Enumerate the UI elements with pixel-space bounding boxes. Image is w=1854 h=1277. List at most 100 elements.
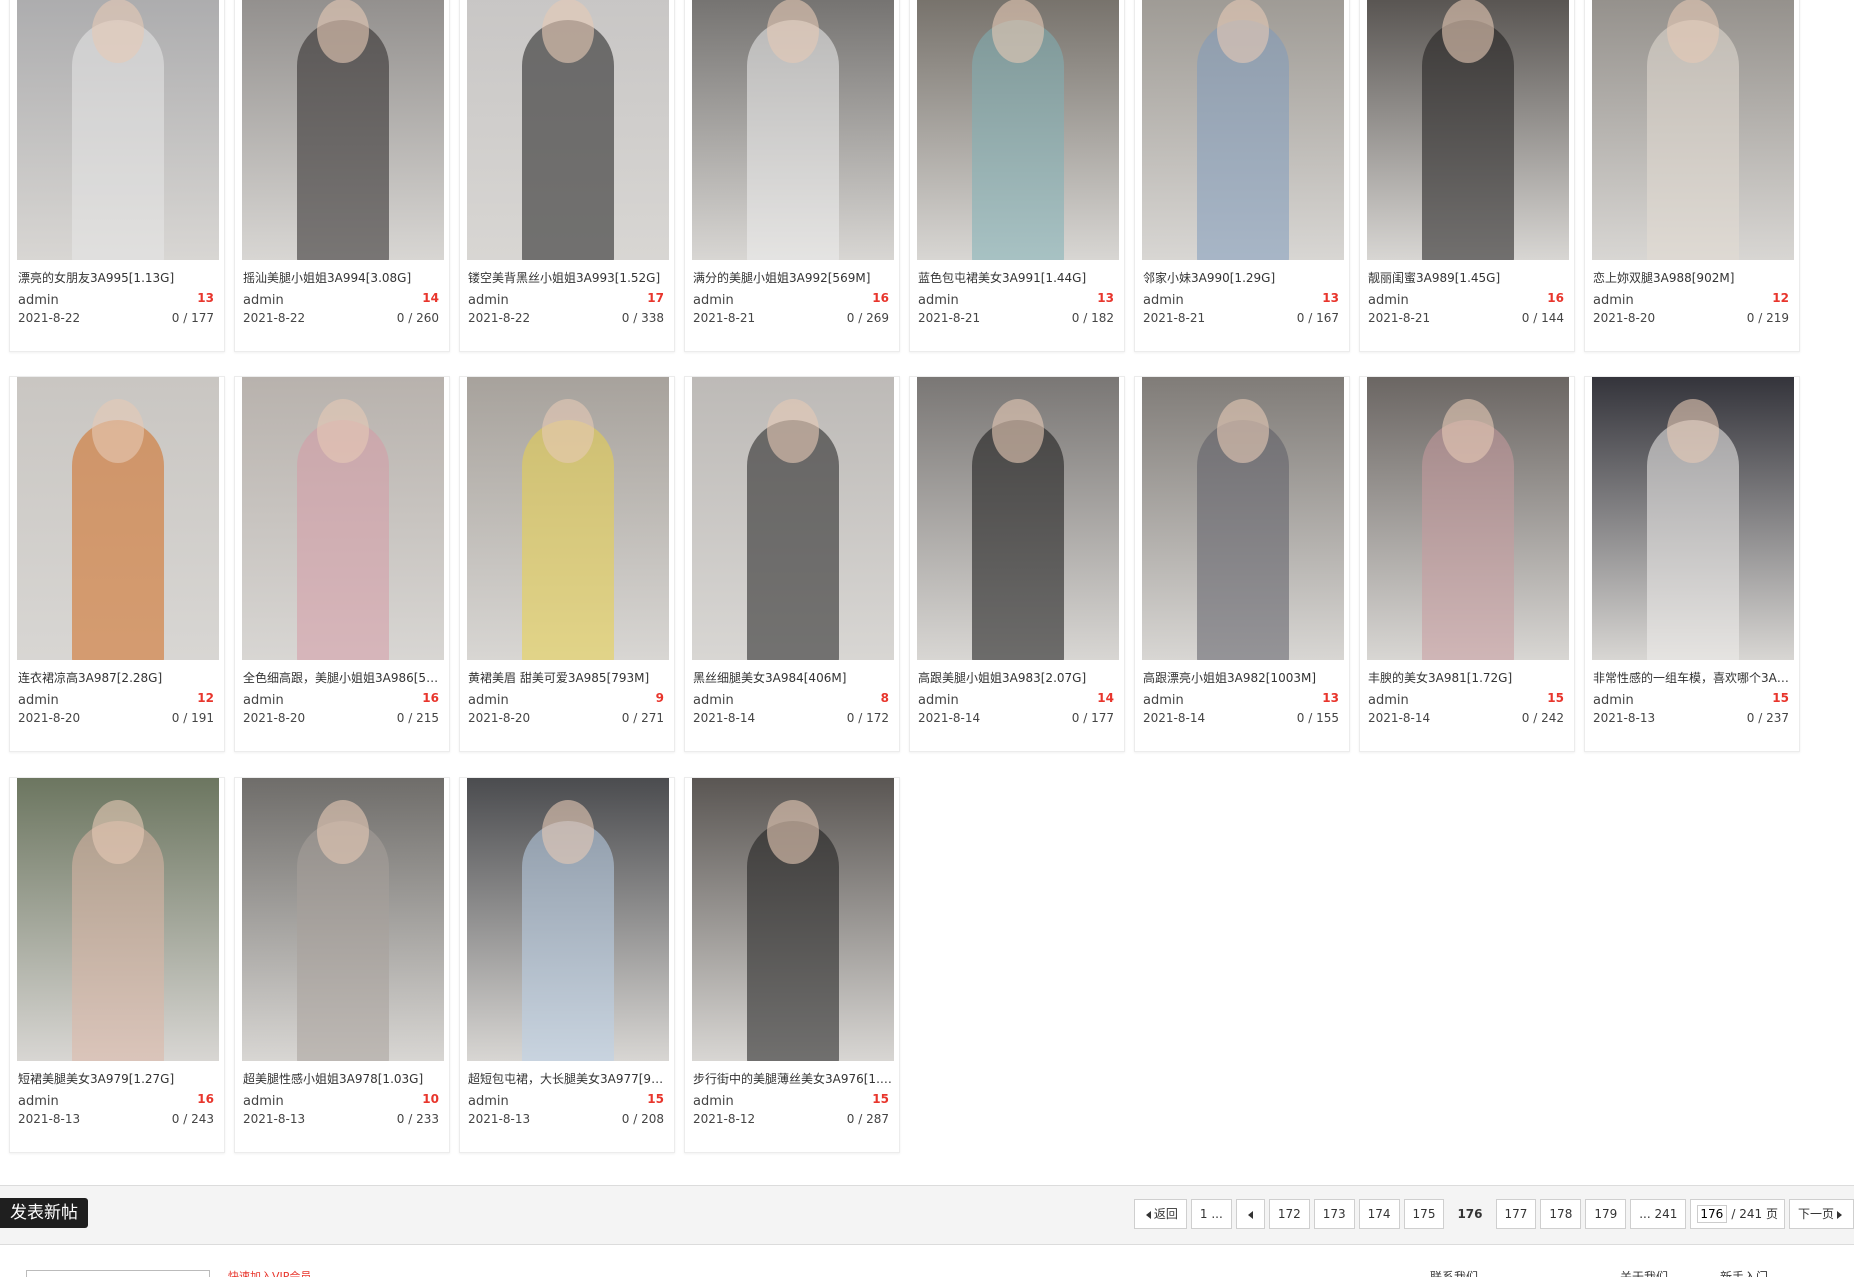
post-card[interactable]: 满分的美腿小姐姐3A992[569M] admin 16 2021-8-21 0 / 2… — [684, 0, 900, 352]
post-card[interactable]: 高跟漂亮小姐姐3A982[1003M] admin 13 2021-8-14 0 / 1… — [1134, 376, 1350, 752]
page-last[interactable]: ... 241 — [1630, 1199, 1687, 1229]
post-card[interactable]: 高跟美腿小姐姐3A983[2.07G] admin 14 2021-8-14 0 / 1… — [909, 376, 1125, 752]
footer-link[interactable]: 联系我们 — [1430, 1268, 1478, 1277]
post-title[interactable]: 短裙美腿美女3A979[1.27G] — [18, 1070, 218, 1087]
post-author[interactable]: admin — [243, 1094, 284, 1109]
post-card[interactable]: 镂空美背黑丝小姐姐3A993[1.52G] admin 17 2021-8-22 0 /… — [459, 0, 675, 352]
post-title[interactable]: 靓丽闺蜜3A989[1.45G] — [1368, 269, 1568, 286]
post-card[interactable]: 丰腴的美女3A981[1.72G] admin 15 2021-8-14 0 / 242 — [1359, 376, 1575, 752]
page-link[interactable]: 178 — [1540, 1199, 1582, 1229]
post-thumbnail[interactable] — [467, 377, 669, 660]
post-card[interactable]: 蓝色包屯裙美女3A991[1.44G] admin 13 2021-8-21 0 / 1… — [909, 0, 1125, 352]
new-post-button[interactable]: 发表新帖 — [0, 1198, 88, 1228]
page-link[interactable]: 175 — [1403, 1199, 1445, 1229]
post-thumbnail[interactable] — [1367, 0, 1569, 260]
page-link[interactable]: 173 — [1313, 1199, 1355, 1229]
post-card[interactable]: 黄裙美眉 甜美可爱3A985[793M] admin 9 2021-8-20 0 / 2… — [459, 376, 675, 752]
post-title[interactable]: 漂亮的女朋友3A995[1.13G] — [18, 269, 218, 286]
post-author[interactable]: admin — [693, 693, 734, 708]
post-author[interactable]: admin — [18, 693, 59, 708]
post-title[interactable]: 邻家小妹3A990[1.29G] — [1143, 269, 1343, 286]
post-thumbnail[interactable] — [692, 377, 894, 660]
post-author[interactable]: admin — [468, 1094, 509, 1109]
post-thumbnail[interactable] — [242, 0, 444, 260]
post-thumbnail[interactable] — [467, 0, 669, 260]
post-title[interactable]: 黄裙美眉 甜美可爱3A985[793M] — [468, 669, 668, 686]
post-title[interactable]: 蓝色包屯裙美女3A991[1.44G] — [918, 269, 1118, 286]
post-thumbnail[interactable] — [1592, 377, 1794, 660]
post-thumbnail[interactable] — [242, 377, 444, 660]
post-author[interactable]: admin — [1143, 293, 1184, 308]
back-button[interactable]: 返回 — [1133, 1199, 1187, 1229]
post-author[interactable]: admin — [918, 693, 959, 708]
thumbnail-head — [992, 399, 1044, 463]
post-author[interactable]: admin — [1368, 293, 1409, 308]
post-title[interactable]: 超美腿性感小姐姐3A978[1.03G] — [243, 1070, 443, 1087]
page-jump-input[interactable] — [1697, 1205, 1728, 1223]
post-card[interactable]: 连衣裙凉高3A987[2.28G] admin 12 2021-8-20 0 / 191 — [9, 376, 225, 752]
post-thumbnail[interactable] — [1367, 377, 1569, 660]
post-thumbnail[interactable] — [1142, 377, 1344, 660]
post-thumbnail[interactable] — [1142, 0, 1344, 260]
post-author[interactable]: admin — [243, 293, 284, 308]
post-author[interactable]: admin — [693, 1094, 734, 1109]
post-card[interactable]: 全色细高跟，美腿小姐姐3A986[569... admin 16 2021-8-20 0… — [234, 376, 450, 752]
next-page-button[interactable]: 下一页 — [1788, 1199, 1854, 1229]
post-thumbnail[interactable] — [17, 377, 219, 660]
post-author[interactable]: admin — [1593, 293, 1634, 308]
post-title[interactable]: 摇汕美腿小姐姐3A994[3.08G] — [243, 269, 443, 286]
post-card[interactable]: 漂亮的女朋友3A995[1.13G] admin 13 2021-8-22 0 / 17… — [9, 0, 225, 352]
post-thumbnail[interactable] — [17, 778, 219, 1061]
prev-page-button[interactable] — [1235, 1199, 1265, 1229]
post-title[interactable]: 满分的美腿小姐姐3A992[569M] — [693, 269, 893, 286]
post-author[interactable]: admin — [18, 1094, 59, 1109]
post-thumbnail[interactable] — [242, 778, 444, 1061]
post-thumbnail[interactable] — [917, 377, 1119, 660]
post-card[interactable]: 摇汕美腿小姐姐3A994[3.08G] admin 14 2021-8-22 0 / 2… — [234, 0, 450, 352]
post-card[interactable]: 非常性感的一组车模，喜欢哪个3A9... admin 15 2021-8-13 0 / … — [1584, 376, 1800, 752]
post-thumbnail[interactable] — [692, 778, 894, 1061]
post-title[interactable]: 高跟美腿小姐姐3A983[2.07G] — [918, 669, 1118, 686]
post-title[interactable]: 丰腴的美女3A981[1.72G] — [1368, 669, 1568, 686]
footer-link[interactable]: 新手入门 — [1720, 1268, 1768, 1277]
post-title[interactable]: 镂空美背黑丝小姐姐3A993[1.52G] — [468, 269, 668, 286]
post-card[interactable]: 短裙美腿美女3A979[1.27G] admin 16 2021-8-13 0 / 24… — [9, 777, 225, 1153]
post-title[interactable]: 步行街中的美腿薄丝美女3A976[1.0... — [693, 1070, 893, 1087]
post-title[interactable]: 全色细高跟，美腿小姐姐3A986[569... — [243, 669, 443, 686]
post-card[interactable]: 步行街中的美腿薄丝美女3A976[1.0... admin 15 2021-8-12 0… — [684, 777, 900, 1153]
post-author[interactable]: admin — [1368, 693, 1409, 708]
page-link[interactable]: 172 — [1268, 1199, 1310, 1229]
post-card[interactable]: 恋上妳双腿3A988[902M] admin 12 2021-8-20 0 / 219 — [1584, 0, 1800, 352]
post-card[interactable]: 超美腿性感小姐姐3A978[1.03G] admin 10 2021-8-13 0 / … — [234, 777, 450, 1153]
post-author[interactable]: admin — [1593, 693, 1634, 708]
post-title[interactable]: 黑丝细腿美女3A984[406M] — [693, 669, 893, 686]
post-title[interactable]: 非常性感的一组车模，喜欢哪个3A9... — [1593, 669, 1793, 686]
post-title[interactable]: 恋上妳双腿3A988[902M] — [1593, 269, 1793, 286]
post-thumbnail[interactable] — [1592, 0, 1794, 260]
page-link[interactable]: 177 — [1495, 1199, 1537, 1229]
footer-link[interactable]: 关于我们 — [1620, 1268, 1668, 1277]
post-card[interactable]: 超短包屯裙，大长腿美女3A977[993... admin 15 2021-8-13 0… — [459, 777, 675, 1153]
post-author[interactable]: admin — [693, 293, 734, 308]
post-card[interactable]: 邻家小妹3A990[1.29G] admin 13 2021-8-21 0 / 167 — [1134, 0, 1350, 352]
reply-count: 14 — [422, 291, 439, 305]
post-author[interactable]: admin — [918, 293, 959, 308]
post-card[interactable]: 黑丝细腿美女3A984[406M] admin 8 2021-8-14 0 / 172 — [684, 376, 900, 752]
page-link[interactable]: 179 — [1585, 1199, 1627, 1229]
footer-notice[interactable]: 快速加入VIP会员 — [228, 1268, 311, 1277]
post-title[interactable]: 高跟漂亮小姐姐3A982[1003M] — [1143, 669, 1343, 686]
post-author[interactable]: admin — [468, 693, 509, 708]
post-thumbnail[interactable] — [467, 778, 669, 1061]
page-first[interactable]: 1 ... — [1190, 1199, 1232, 1229]
post-card[interactable]: 靓丽闺蜜3A989[1.45G] admin 16 2021-8-21 0 / 144 — [1359, 0, 1575, 352]
post-thumbnail[interactable] — [917, 0, 1119, 260]
post-author[interactable]: admin — [468, 293, 509, 308]
post-author[interactable]: admin — [243, 693, 284, 708]
post-thumbnail[interactable] — [17, 0, 219, 260]
post-author[interactable]: admin — [18, 293, 59, 308]
post-title[interactable]: 超短包屯裙，大长腿美女3A977[993... — [468, 1070, 668, 1087]
post-author[interactable]: admin — [1143, 693, 1184, 708]
post-title[interactable]: 连衣裙凉高3A987[2.28G] — [18, 669, 218, 686]
post-thumbnail[interactable] — [692, 0, 894, 260]
page-link[interactable]: 174 — [1358, 1199, 1400, 1229]
